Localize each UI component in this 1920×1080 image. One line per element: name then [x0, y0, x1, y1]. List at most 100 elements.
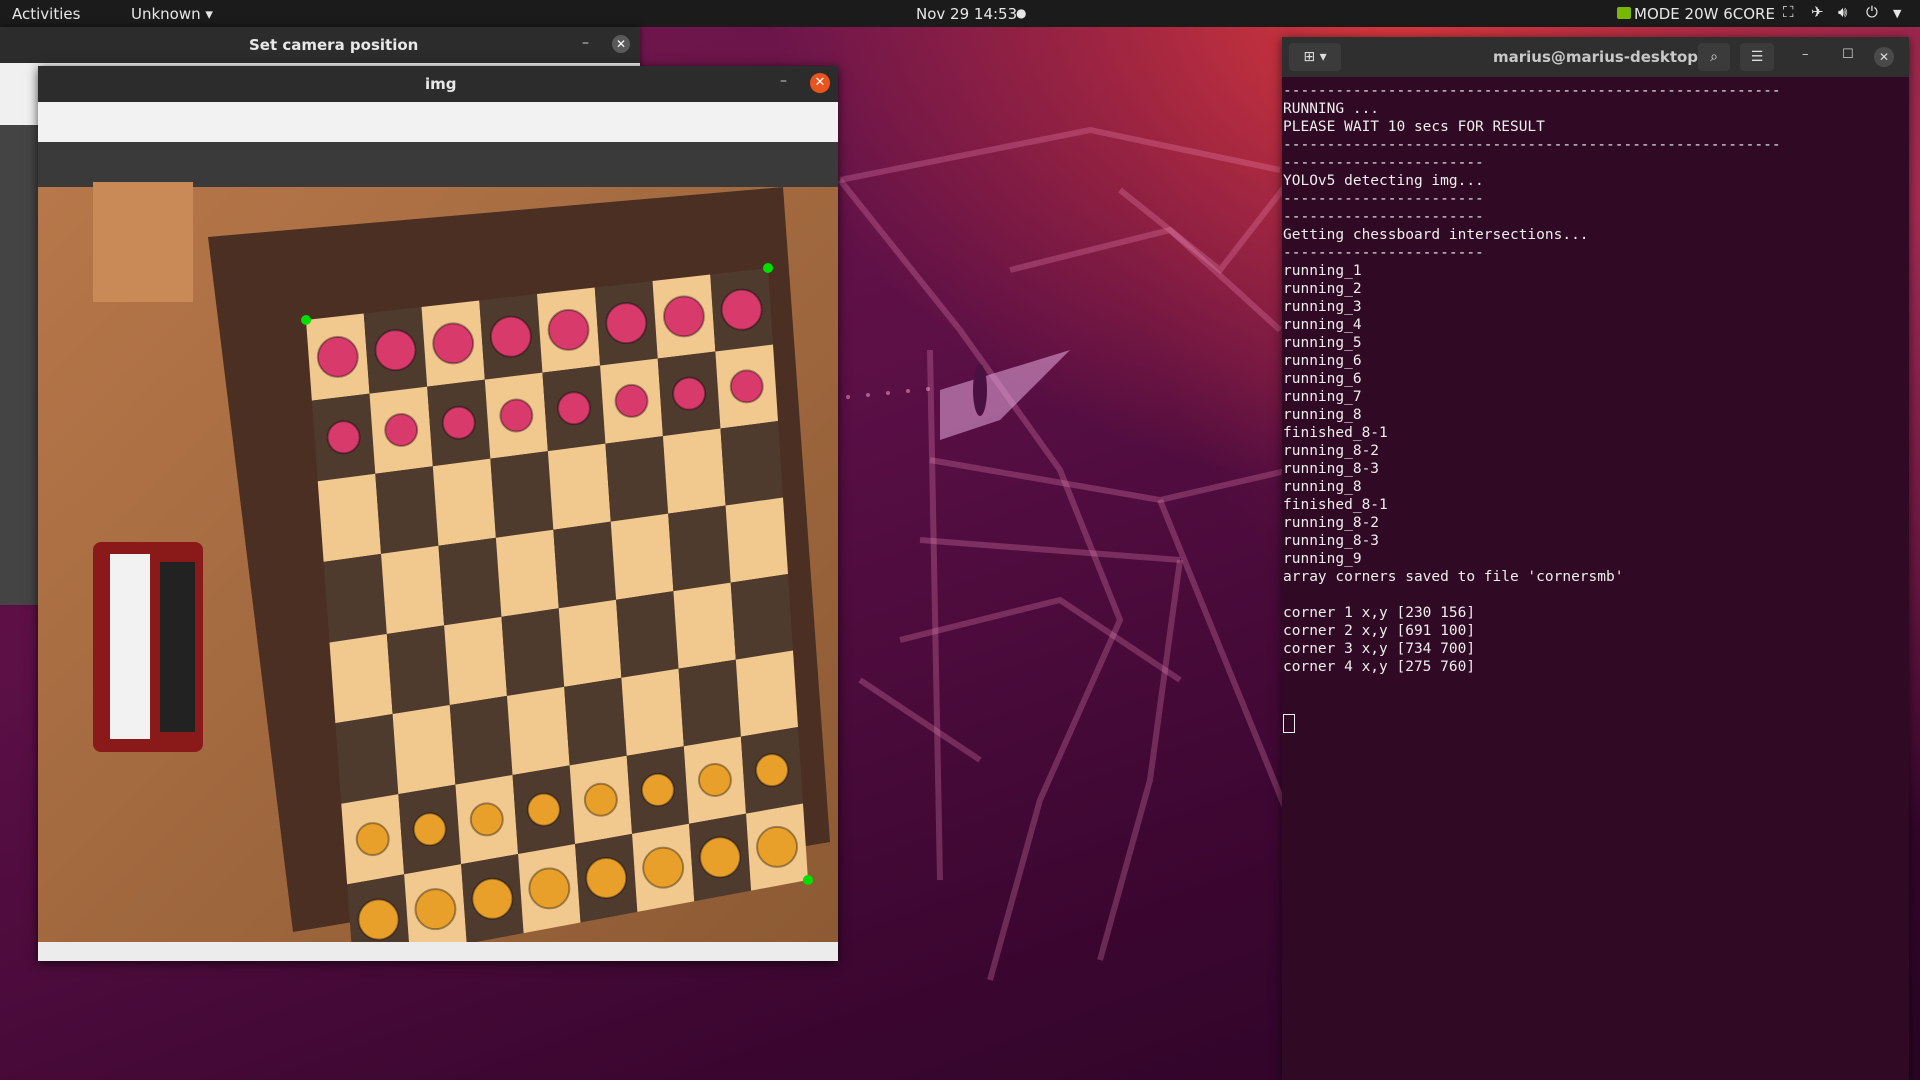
chess-piece	[672, 376, 707, 411]
img-window-titlebar[interactable]: img – ✕	[38, 66, 838, 102]
terminal-line: running_8-2	[1283, 443, 1380, 459]
board-square	[558, 599, 622, 687]
board-square	[725, 497, 788, 583]
terminal-output[interactable]: ----------------------- -----------------…	[1283, 82, 1781, 676]
chess-piece	[471, 877, 514, 920]
chess-piece	[316, 335, 359, 378]
terminal-line: running_5	[1283, 335, 1362, 351]
chess-piece	[605, 302, 648, 345]
board-square	[490, 451, 554, 538]
terminal-cursor	[1283, 714, 1295, 733]
terminal-line: running_7	[1283, 389, 1362, 405]
maximize-button[interactable]: ☐	[1842, 47, 1854, 62]
camera-window-titlebar[interactable]: Set camera position – ✕	[0, 27, 640, 63]
minimize-button[interactable]: –	[780, 73, 787, 89]
chess-piece	[357, 898, 400, 941]
close-button[interactable]: ✕	[612, 35, 630, 53]
terminal-line: running_6	[1283, 353, 1362, 369]
terminal-line: -----------------------	[1283, 209, 1484, 225]
terminal-line: running_9	[1283, 551, 1362, 567]
board-square	[610, 513, 674, 600]
chess-piece	[699, 836, 742, 879]
board-square	[547, 443, 611, 530]
terminal-line: -----------------------	[1283, 245, 1484, 261]
terminal-line: corner 2 x,y [691 100]	[1283, 623, 1476, 639]
chess-piece	[583, 782, 618, 817]
board-square	[381, 545, 445, 634]
network-icon[interactable]: ⛶	[1783, 3, 1794, 21]
window-title: img	[425, 75, 457, 93]
chess-piece	[547, 308, 590, 351]
terminal-line: running_6	[1283, 371, 1362, 387]
minimize-button[interactable]: –	[1802, 47, 1809, 62]
airplane-icon[interactable]: ✈	[1811, 3, 1824, 21]
chess-piece	[697, 763, 732, 798]
chessboard-image	[38, 142, 838, 942]
board-square	[386, 625, 450, 715]
terminal-line: running_2	[1283, 281, 1362, 297]
activities-button[interactable]: Activities	[12, 5, 80, 23]
chess-piece	[640, 772, 675, 807]
close-button[interactable]: ✕	[1874, 47, 1894, 67]
terminal-line: -----------------------	[1283, 191, 1484, 207]
terminal-line: running_4	[1283, 317, 1362, 333]
clock[interactable]: Nov 29 14:53	[916, 5, 1017, 23]
chess-piece	[754, 753, 789, 788]
terminal-line: running_8-3	[1283, 461, 1380, 477]
gpu-mode-indicator[interactable]: MODE 20W 6CORE	[1634, 5, 1775, 23]
chess-piece	[489, 315, 532, 358]
board-square	[375, 466, 439, 554]
chess-piece	[374, 329, 417, 372]
chess-piece	[441, 405, 476, 440]
chess-piece	[729, 369, 764, 404]
terminal-line: running_8-3	[1283, 533, 1380, 549]
terminal-line: running_1	[1283, 263, 1362, 279]
terminal-line: running_3	[1283, 299, 1362, 315]
terminal-titlebar[interactable]: ⊞ ▾ marius@marius-desktop: ~ ⌕ ☰ – ☐ ✕	[1282, 37, 1909, 77]
nvidia-icon[interactable]	[1617, 7, 1631, 19]
window-title: Set camera position	[249, 36, 419, 54]
board-square	[323, 553, 387, 643]
chess-piece	[432, 322, 475, 365]
terminal-title: marius@marius-desktop: ~	[1493, 48, 1722, 66]
terminal-line: ----------------------------------------…	[1283, 83, 1781, 99]
terminal-line: finished_8-1	[1283, 425, 1388, 441]
board-square	[506, 686, 570, 775]
power-icon[interactable]: ⏻	[1866, 3, 1878, 21]
board-square	[432, 458, 496, 546]
chevron-down-icon[interactable]: ▼	[1893, 7, 1901, 20]
chess-piece	[355, 822, 390, 857]
chess-piece	[614, 383, 649, 418]
chess-piece	[526, 792, 561, 827]
board-square	[449, 695, 513, 785]
board-square	[668, 505, 731, 592]
board-square	[621, 668, 684, 756]
board-square	[678, 659, 741, 747]
chess-piece	[499, 398, 534, 433]
hamburger-menu-icon[interactable]: ☰	[1740, 43, 1774, 71]
board-square	[329, 633, 393, 724]
terminal-line: Getting chessboard intersections...	[1283, 227, 1589, 243]
board-square	[730, 574, 793, 660]
terminal-line: ----------------------------------------…	[1283, 137, 1781, 153]
board-square	[317, 473, 382, 562]
close-button[interactable]: ✕	[810, 73, 830, 93]
volume-icon[interactable]: 🔊︎	[1838, 3, 1847, 21]
terminal-line: -----------------------	[1283, 155, 1484, 171]
board-square	[720, 421, 783, 506]
search-icon[interactable]: ⌕	[1698, 43, 1730, 71]
terminal-line: corner 3 x,y [734 700]	[1283, 641, 1476, 657]
board-square	[501, 608, 565, 696]
terminal-line: corner 4 x,y [275 760]	[1283, 659, 1476, 675]
new-tab-button[interactable]: ⊞ ▾	[1289, 43, 1341, 71]
notification-dot: ●	[1016, 6, 1027, 20]
chess-piece	[528, 867, 571, 910]
chess-piece	[414, 888, 457, 931]
minimize-button[interactable]: –	[582, 35, 589, 51]
app-menu[interactable]: Unknown ▾	[131, 5, 213, 23]
terminal-line: array corners saved to file 'cornersmb'	[1283, 569, 1624, 585]
chess-piece	[662, 295, 705, 338]
board-square	[335, 714, 399, 804]
top-bar: Activities Unknown ▾ Nov 29 14:53 ● MODE…	[0, 0, 1920, 27]
